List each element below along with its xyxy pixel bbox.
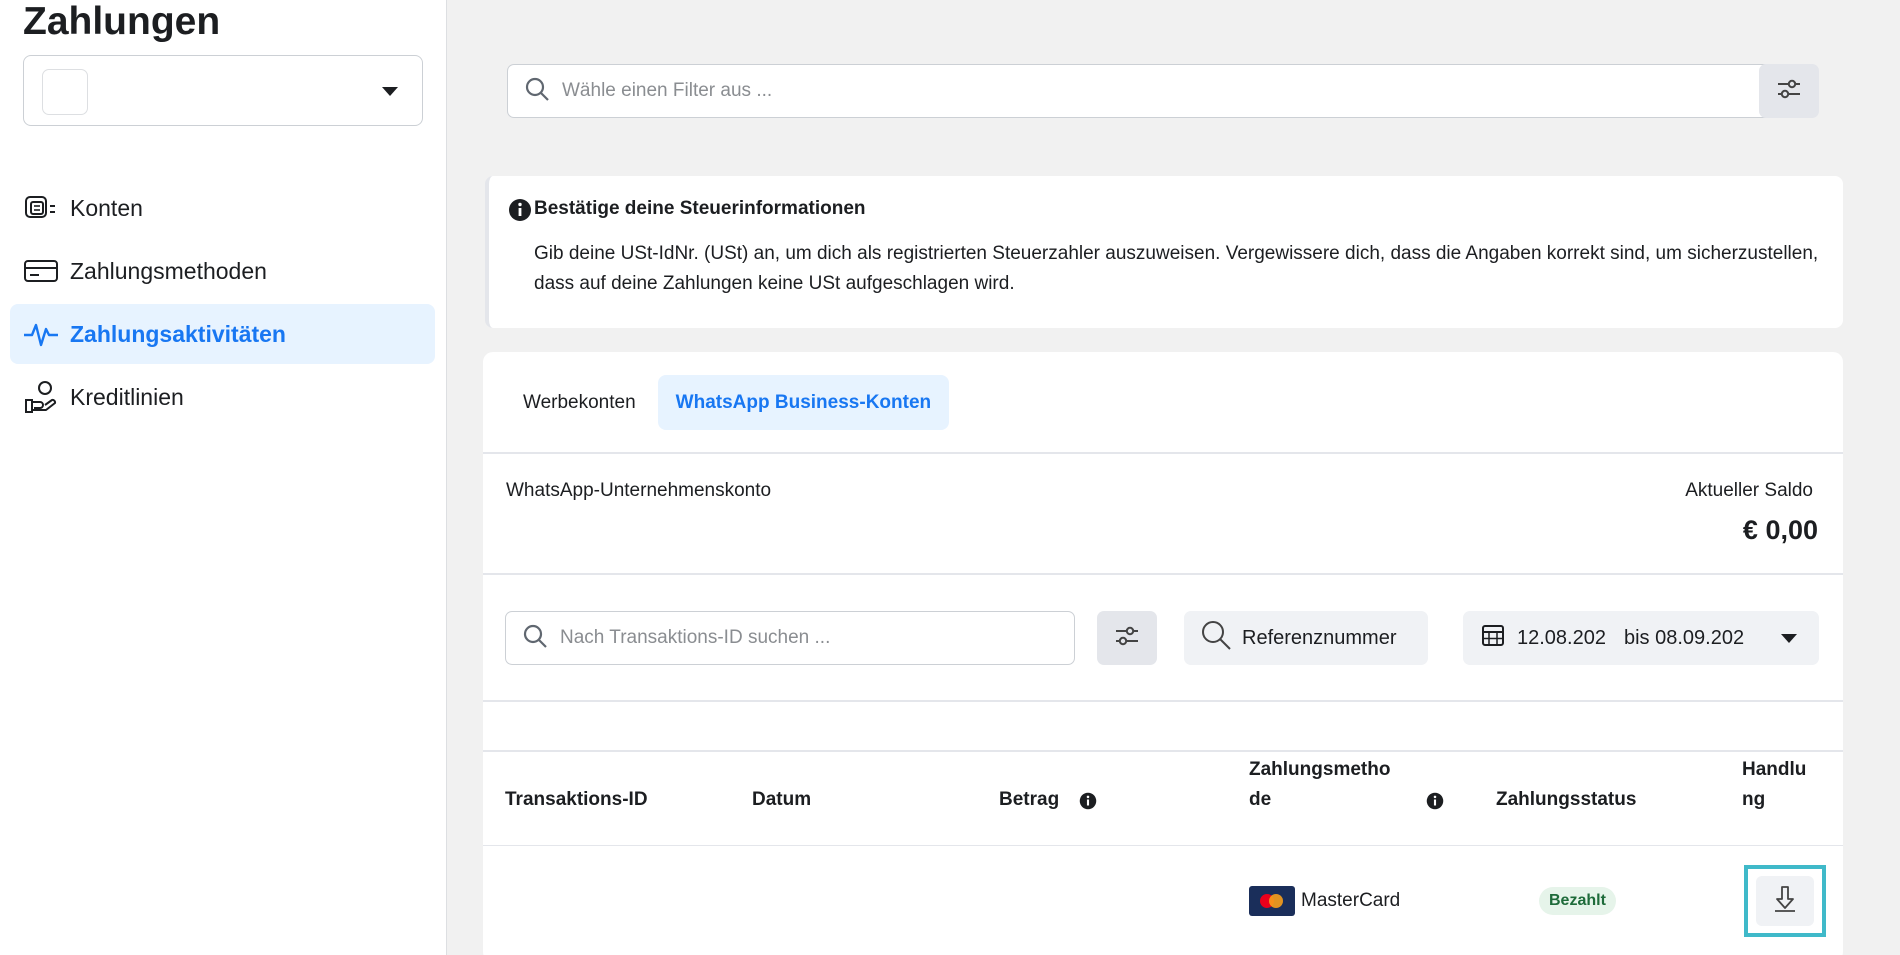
transactions-panel: Werbekonten WhatsApp Business-Konten Wha… xyxy=(483,352,1843,955)
search-icon xyxy=(1200,619,1232,657)
sliders-icon xyxy=(1113,624,1141,653)
column-header-action: Handlu ng xyxy=(1742,755,1806,815)
credit-card-icon xyxy=(22,256,60,286)
column-header-date[interactable]: Datum xyxy=(752,785,811,815)
tab-whatsapp-business-konten[interactable]: WhatsApp Business-Konten xyxy=(657,375,950,430)
sidebar-item-label: Zahlungsaktivitäten xyxy=(70,320,286,347)
chevron-down-icon xyxy=(1781,634,1797,643)
info-icon xyxy=(508,198,532,227)
credit-line-icon xyxy=(22,381,60,413)
sidebar-item-zahlungsaktivitaeten[interactable]: Zahlungsaktivitäten xyxy=(10,304,435,364)
notice-body: Gib deine USt-IdNr. (USt) an, um dich al… xyxy=(534,243,1819,294)
tax-info-notice: Bestätige deine Steuerinformationen Gib … xyxy=(485,176,1843,328)
divider xyxy=(483,845,1843,846)
date-from: 12.08.202 xyxy=(1517,626,1606,649)
reference-number-button[interactable]: Referenznummer xyxy=(1184,611,1428,665)
sidebar-item-zahlungsmethoden[interactable]: Zahlungsmethoden xyxy=(10,241,435,301)
column-header-payment-status[interactable]: Zahlungsstatus xyxy=(1496,785,1636,815)
account-tabs: Werbekonten WhatsApp Business-Konten xyxy=(505,375,953,430)
sidebar-item-label: Kreditlinien xyxy=(70,383,184,410)
download-icon xyxy=(1772,884,1798,919)
transaction-search-input[interactable]: Nach Transaktions-ID suchen ... xyxy=(505,611,1075,665)
table-row-payment-method: MasterCard xyxy=(1249,886,1400,916)
notice-title: Bestätige deine Steuerinformationen xyxy=(534,198,866,219)
info-icon[interactable] xyxy=(1426,792,1444,815)
transaction-filter-button[interactable] xyxy=(1097,611,1157,665)
account-selector[interactable] xyxy=(23,55,423,126)
column-header-line: Handlu xyxy=(1742,759,1807,780)
reference-number-label: Referenznummer xyxy=(1242,626,1397,649)
divider xyxy=(483,700,1843,702)
calendar-icon xyxy=(1481,623,1505,653)
filter-settings-button[interactable] xyxy=(1759,64,1819,118)
date-to: bis 08.09.202 xyxy=(1623,626,1745,649)
filter-input[interactable]: Wähle einen Filter aus ... xyxy=(507,64,1794,118)
divider xyxy=(483,750,1843,752)
account-avatar xyxy=(42,69,88,115)
accounts-icon xyxy=(22,193,60,223)
sliders-icon xyxy=(1775,77,1803,106)
page-title: Zahlungen xyxy=(23,0,221,43)
info-icon[interactable] xyxy=(1079,792,1097,815)
column-header-line: Zahlungsmetho xyxy=(1249,759,1391,780)
column-header-line: de xyxy=(1249,789,1272,810)
download-highlight xyxy=(1744,865,1826,937)
account-label: WhatsApp-Unternehmenskonto xyxy=(506,480,772,501)
divider xyxy=(483,452,1843,454)
sidebar-item-label: Zahlungsmethoden xyxy=(70,257,267,284)
search-icon xyxy=(524,76,550,107)
column-header-amount[interactable]: Betrag xyxy=(999,785,1059,815)
sidebar-nav: Konten Zahlungsmethoden Zahlungsaktivitä… xyxy=(10,178,435,430)
balance-label: Aktueller Saldo xyxy=(1685,480,1813,501)
filter-placeholder: Wähle einen Filter aus ... xyxy=(562,80,773,101)
column-header-line: ng xyxy=(1742,789,1766,810)
activity-icon xyxy=(22,319,60,349)
balance-value: € 0,00 xyxy=(1742,515,1818,545)
download-button[interactable] xyxy=(1756,876,1814,926)
status-badge: Bezahlt xyxy=(1539,887,1616,915)
sidebar-item-label: Konten xyxy=(70,194,143,221)
sidebar: Zahlungen Konten Zahlungsmethoden Zahlun… xyxy=(0,0,447,955)
column-header-payment-method[interactable]: Zahlungsmetho de xyxy=(1249,755,1390,815)
sidebar-item-konten[interactable]: Konten xyxy=(10,178,435,238)
column-header-transaction-id[interactable]: Transaktions-ID xyxy=(505,785,648,815)
search-icon xyxy=(522,623,548,654)
transaction-search-placeholder: Nach Transaktions-ID suchen ... xyxy=(560,627,831,648)
divider xyxy=(483,573,1843,575)
mastercard-icon xyxy=(1249,886,1295,916)
payment-method-label: MasterCard xyxy=(1301,890,1401,911)
chevron-down-icon xyxy=(382,87,398,96)
tab-werbekonten[interactable]: Werbekonten xyxy=(505,375,654,430)
sidebar-item-kreditlinien[interactable]: Kreditlinien xyxy=(10,367,435,427)
main-content: Wähle einen Filter aus ... Bestätige dei… xyxy=(447,0,1900,955)
date-range-picker[interactable]: 12.08.202 bis 08.09.202 xyxy=(1463,611,1819,665)
